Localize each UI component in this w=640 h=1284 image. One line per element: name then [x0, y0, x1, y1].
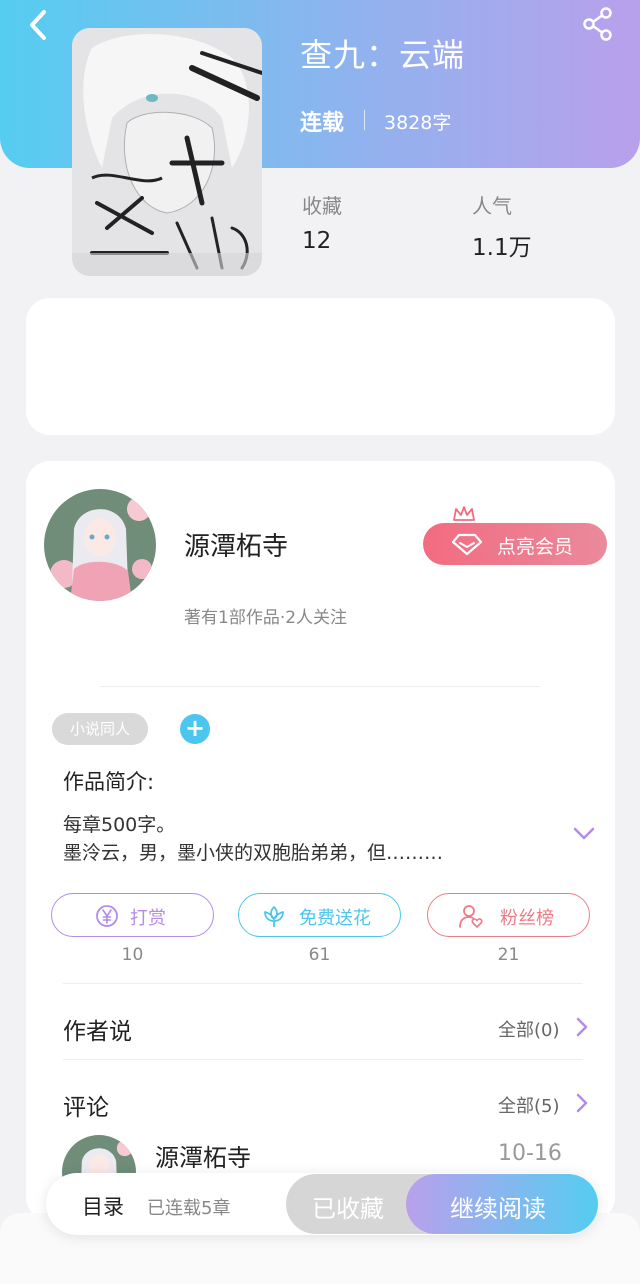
book-title: 查九：云端 — [300, 36, 466, 74]
user-heart-icon — [459, 905, 483, 928]
diamond-icon — [451, 533, 483, 556]
crown-icon — [453, 506, 475, 521]
back-arrow-icon[interactable] — [24, 8, 54, 42]
chevron-down-icon[interactable] — [572, 826, 596, 842]
favorites-label: 收藏 — [302, 194, 342, 218]
tip-count: 10 — [121, 945, 144, 965]
divider — [100, 686, 540, 687]
flower-count: 61 — [308, 945, 331, 965]
divider — [63, 983, 583, 984]
author-meta: 著有1部作品·2人关注 — [184, 608, 348, 628]
author-avatar[interactable] — [44, 489, 156, 601]
chevron-right-icon[interactable] — [575, 1016, 589, 1038]
book-cover[interactable] — [72, 28, 262, 276]
activate-vip-button[interactable]: 点亮会员 — [423, 523, 607, 565]
cover-artwork — [72, 28, 262, 276]
popularity-label: 人气 — [472, 194, 512, 218]
avatar-artwork — [44, 489, 156, 601]
fan-ranking-label: 粉丝榜 — [500, 908, 554, 929]
vip-button-label: 点亮会员 — [497, 536, 574, 558]
favorites-value: 12 — [302, 228, 332, 254]
comment-date: 10-16 — [498, 1141, 562, 1166]
yen-coin-icon — [96, 905, 118, 927]
commenter-name[interactable]: 源潭柘寺 — [155, 1138, 251, 1173]
comments-title: 评论 — [63, 1095, 109, 1121]
author-name[interactable]: 源潭柘寺 — [184, 526, 288, 563]
collected-label: 已收藏 — [312, 1195, 384, 1223]
serial-status: 连载 — [300, 111, 345, 136]
genre-tag[interactable]: 小说同人 — [52, 713, 148, 745]
intro-line-1: 每章500字。 — [63, 814, 176, 836]
intro-line-2: 墨泠云，男，墨小侠的双胞胎弟弟，但……… — [63, 842, 444, 864]
popularity-value: 1.1万 — [472, 235, 532, 261]
chevron-right-icon[interactable] — [575, 1092, 589, 1114]
share-icon[interactable] — [580, 6, 616, 42]
continue-reading-label: 继续阅读 — [450, 1195, 546, 1223]
send-flower-label: 免费送花 — [299, 908, 371, 929]
comments-all-link[interactable]: 全部(5) — [498, 1092, 560, 1118]
author-says-all-link[interactable]: 全部(0) — [498, 1016, 560, 1042]
intro-heading: 作品简介: — [63, 770, 155, 794]
author-says-title: 作者说 — [63, 1019, 132, 1045]
chapters-count: 已连载5章 — [147, 1198, 231, 1219]
table-of-contents-button[interactable]: 目录 — [82, 1191, 124, 1221]
tip-label: 打赏 — [130, 908, 166, 929]
continue-reading-button[interactable]: 继续阅读 — [406, 1174, 598, 1234]
status-divider — [364, 110, 365, 130]
add-tag-button[interactable]: + — [180, 714, 210, 744]
send-flower-button[interactable]: 免费送花 — [238, 893, 401, 937]
fan-count: 21 — [497, 945, 520, 965]
word-count: 3828字 — [384, 112, 452, 134]
tip-button[interactable]: 打赏 — [51, 893, 214, 937]
divider — [63, 1059, 583, 1060]
fan-ranking-button[interactable]: 粉丝榜 — [427, 893, 590, 937]
blank-card — [26, 298, 615, 435]
flower-icon — [264, 906, 284, 927]
